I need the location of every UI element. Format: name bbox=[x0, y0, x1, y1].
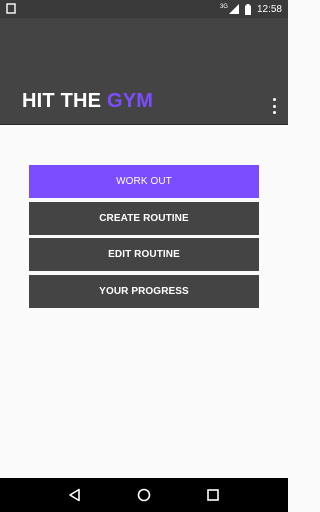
your-progress-button[interactable]: YOUR PROGRESS bbox=[29, 275, 259, 309]
notification-square-icon bbox=[6, 3, 16, 17]
network-type: 3G bbox=[219, 4, 228, 10]
more-vertical-icon[interactable] bbox=[270, 98, 278, 114]
main-menu: WORK OUT CREATE ROUTINE EDIT ROUTINE YOU… bbox=[29, 165, 259, 312]
edit-routine-button[interactable]: EDIT ROUTINE bbox=[29, 238, 259, 272]
work-out-button[interactable]: WORK OUT bbox=[29, 165, 259, 198]
app-title-accent: GYM bbox=[106, 90, 154, 112]
battery-icon bbox=[244, 3, 251, 15]
home-icon[interactable] bbox=[137, 488, 151, 502]
app-title-prefix: HIT THE bbox=[22, 90, 107, 112]
signal-icon: 3G bbox=[220, 4, 239, 14]
clock: 12:58 bbox=[256, 3, 282, 15]
navigation-bar bbox=[0, 478, 288, 512]
app-title: HIT THE GYM bbox=[22, 90, 153, 113]
recents-icon[interactable] bbox=[206, 488, 220, 502]
back-icon[interactable] bbox=[68, 488, 82, 502]
create-routine-button[interactable]: CREATE ROUTINE bbox=[29, 201, 259, 235]
status-bar: 3G 12:58 bbox=[0, 0, 288, 18]
app-bar: HIT THE GYM bbox=[0, 18, 288, 125]
